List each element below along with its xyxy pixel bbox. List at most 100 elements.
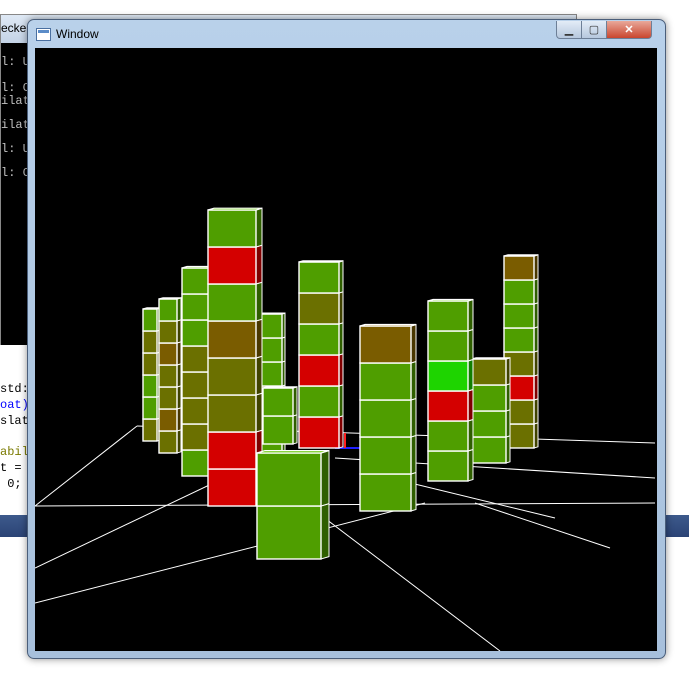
cube-face [359,325,412,364]
cube-side [255,392,263,433]
cube-face [298,292,340,325]
window-title: Window [56,27,99,41]
cube-top [427,298,474,302]
maximize-button[interactable]: ▢ [581,21,607,39]
code-line: t = [0,461,22,475]
cube-top [207,207,263,211]
cube-side [467,298,474,332]
cube-face [427,300,469,332]
cube-face [158,298,178,322]
cube-face [207,357,257,396]
cube-face [259,361,283,387]
cube-face [359,473,412,512]
cube-face [298,261,340,294]
cube-top [298,260,344,263]
cube-face [298,323,340,356]
code-line: oat) [0,398,29,412]
cube-side [320,449,330,507]
cube-face [471,358,507,386]
background-console-title: ecker [1,21,31,35]
cube-face [259,337,283,363]
code-line: 0; [0,477,22,491]
console-line: ilat [1,94,30,108]
cube-side [410,323,417,364]
console-line: ilat [1,118,30,132]
cube-side [467,328,474,362]
render-viewport[interactable] [35,48,657,651]
cube-face [158,342,178,366]
close-icon: ✕ [624,24,634,36]
cube-side [410,471,417,512]
cube-face [142,352,158,376]
scene-3d [35,207,656,651]
cube-top [359,323,417,327]
cube-face [503,303,535,329]
cube-face [359,436,412,475]
cube-face [207,283,257,322]
cube-face [207,209,257,248]
close-button[interactable]: ✕ [606,21,652,39]
cube-face [359,399,412,438]
code-line: std: [0,382,29,396]
cube-side [255,318,263,359]
cube-face [298,385,340,418]
cube-face [427,330,469,362]
grid-line [35,502,656,507]
cube-face [207,394,257,433]
cube-top [259,312,286,315]
cube-side [467,448,474,482]
minimize-button[interactable]: ▁ [556,21,582,39]
cube-side [255,355,263,396]
cube-face [262,387,294,417]
cube-face [359,362,412,401]
cube-face [142,418,158,442]
cube-face [158,364,178,388]
cube-side [467,388,474,422]
cube-face [471,384,507,412]
cube-face [158,408,178,432]
cube-top [256,450,330,454]
grid-line [474,502,611,549]
cube-face [427,390,469,422]
cube-side [320,502,330,560]
main-window: Window ▁ ▢ ✕ [27,19,666,659]
grid-line [35,502,426,604]
cube-face [503,255,535,281]
cube-face [471,410,507,438]
minimize-icon: ▁ [564,24,574,36]
cube-face [503,279,535,305]
cube-side [255,244,263,285]
app-icon [36,28,51,41]
cube-face [503,327,535,353]
code-line: slat [0,414,29,428]
cube-side [410,397,417,438]
cube-face [427,360,469,392]
cube-side [410,434,417,475]
cube-face [142,330,158,354]
cube-face [427,450,469,482]
cube-face [207,431,257,470]
cube-face [158,430,178,454]
cube-side [410,360,417,401]
cube-face [207,468,257,507]
cube-face [158,320,178,344]
cube-face [142,308,158,332]
cube-face [207,246,257,285]
cube-side [255,281,263,322]
grid-line [35,425,138,507]
cube-top [262,386,298,389]
cube-face [207,320,257,359]
code-line: abil [0,445,29,459]
window-titlebar[interactable]: Window ▁ ▢ ✕ [28,20,665,48]
cube-face [259,313,283,339]
cube-side [467,418,474,452]
cube-face [142,374,158,398]
cube-face [142,396,158,420]
cube-side [467,358,474,392]
cube-top [503,254,539,257]
cube-face [158,386,178,410]
cube-face [256,505,322,560]
cube-face [427,420,469,452]
cube-side [255,207,263,248]
cube-face [262,415,294,445]
